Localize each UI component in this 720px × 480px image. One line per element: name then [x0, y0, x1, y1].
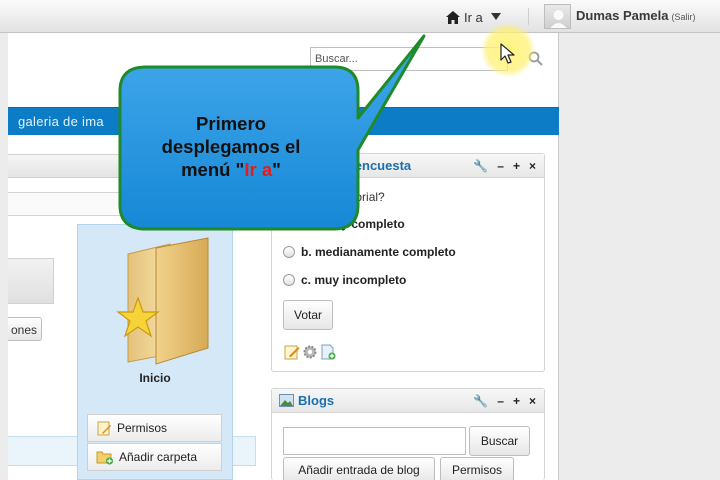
callout-bubble [118, 34, 426, 231]
callout-text-part: " [272, 159, 281, 180]
callout-line: menú "Ir a" [124, 158, 338, 181]
callout-text: Primero desplegamos el menú "Ir a" [124, 112, 338, 181]
callout-line: desplegamos el [161, 136, 301, 157]
callout-line: Primero [196, 113, 266, 134]
callout-text-part: menú " [181, 159, 245, 180]
callout-highlight: Ir a [244, 159, 273, 180]
